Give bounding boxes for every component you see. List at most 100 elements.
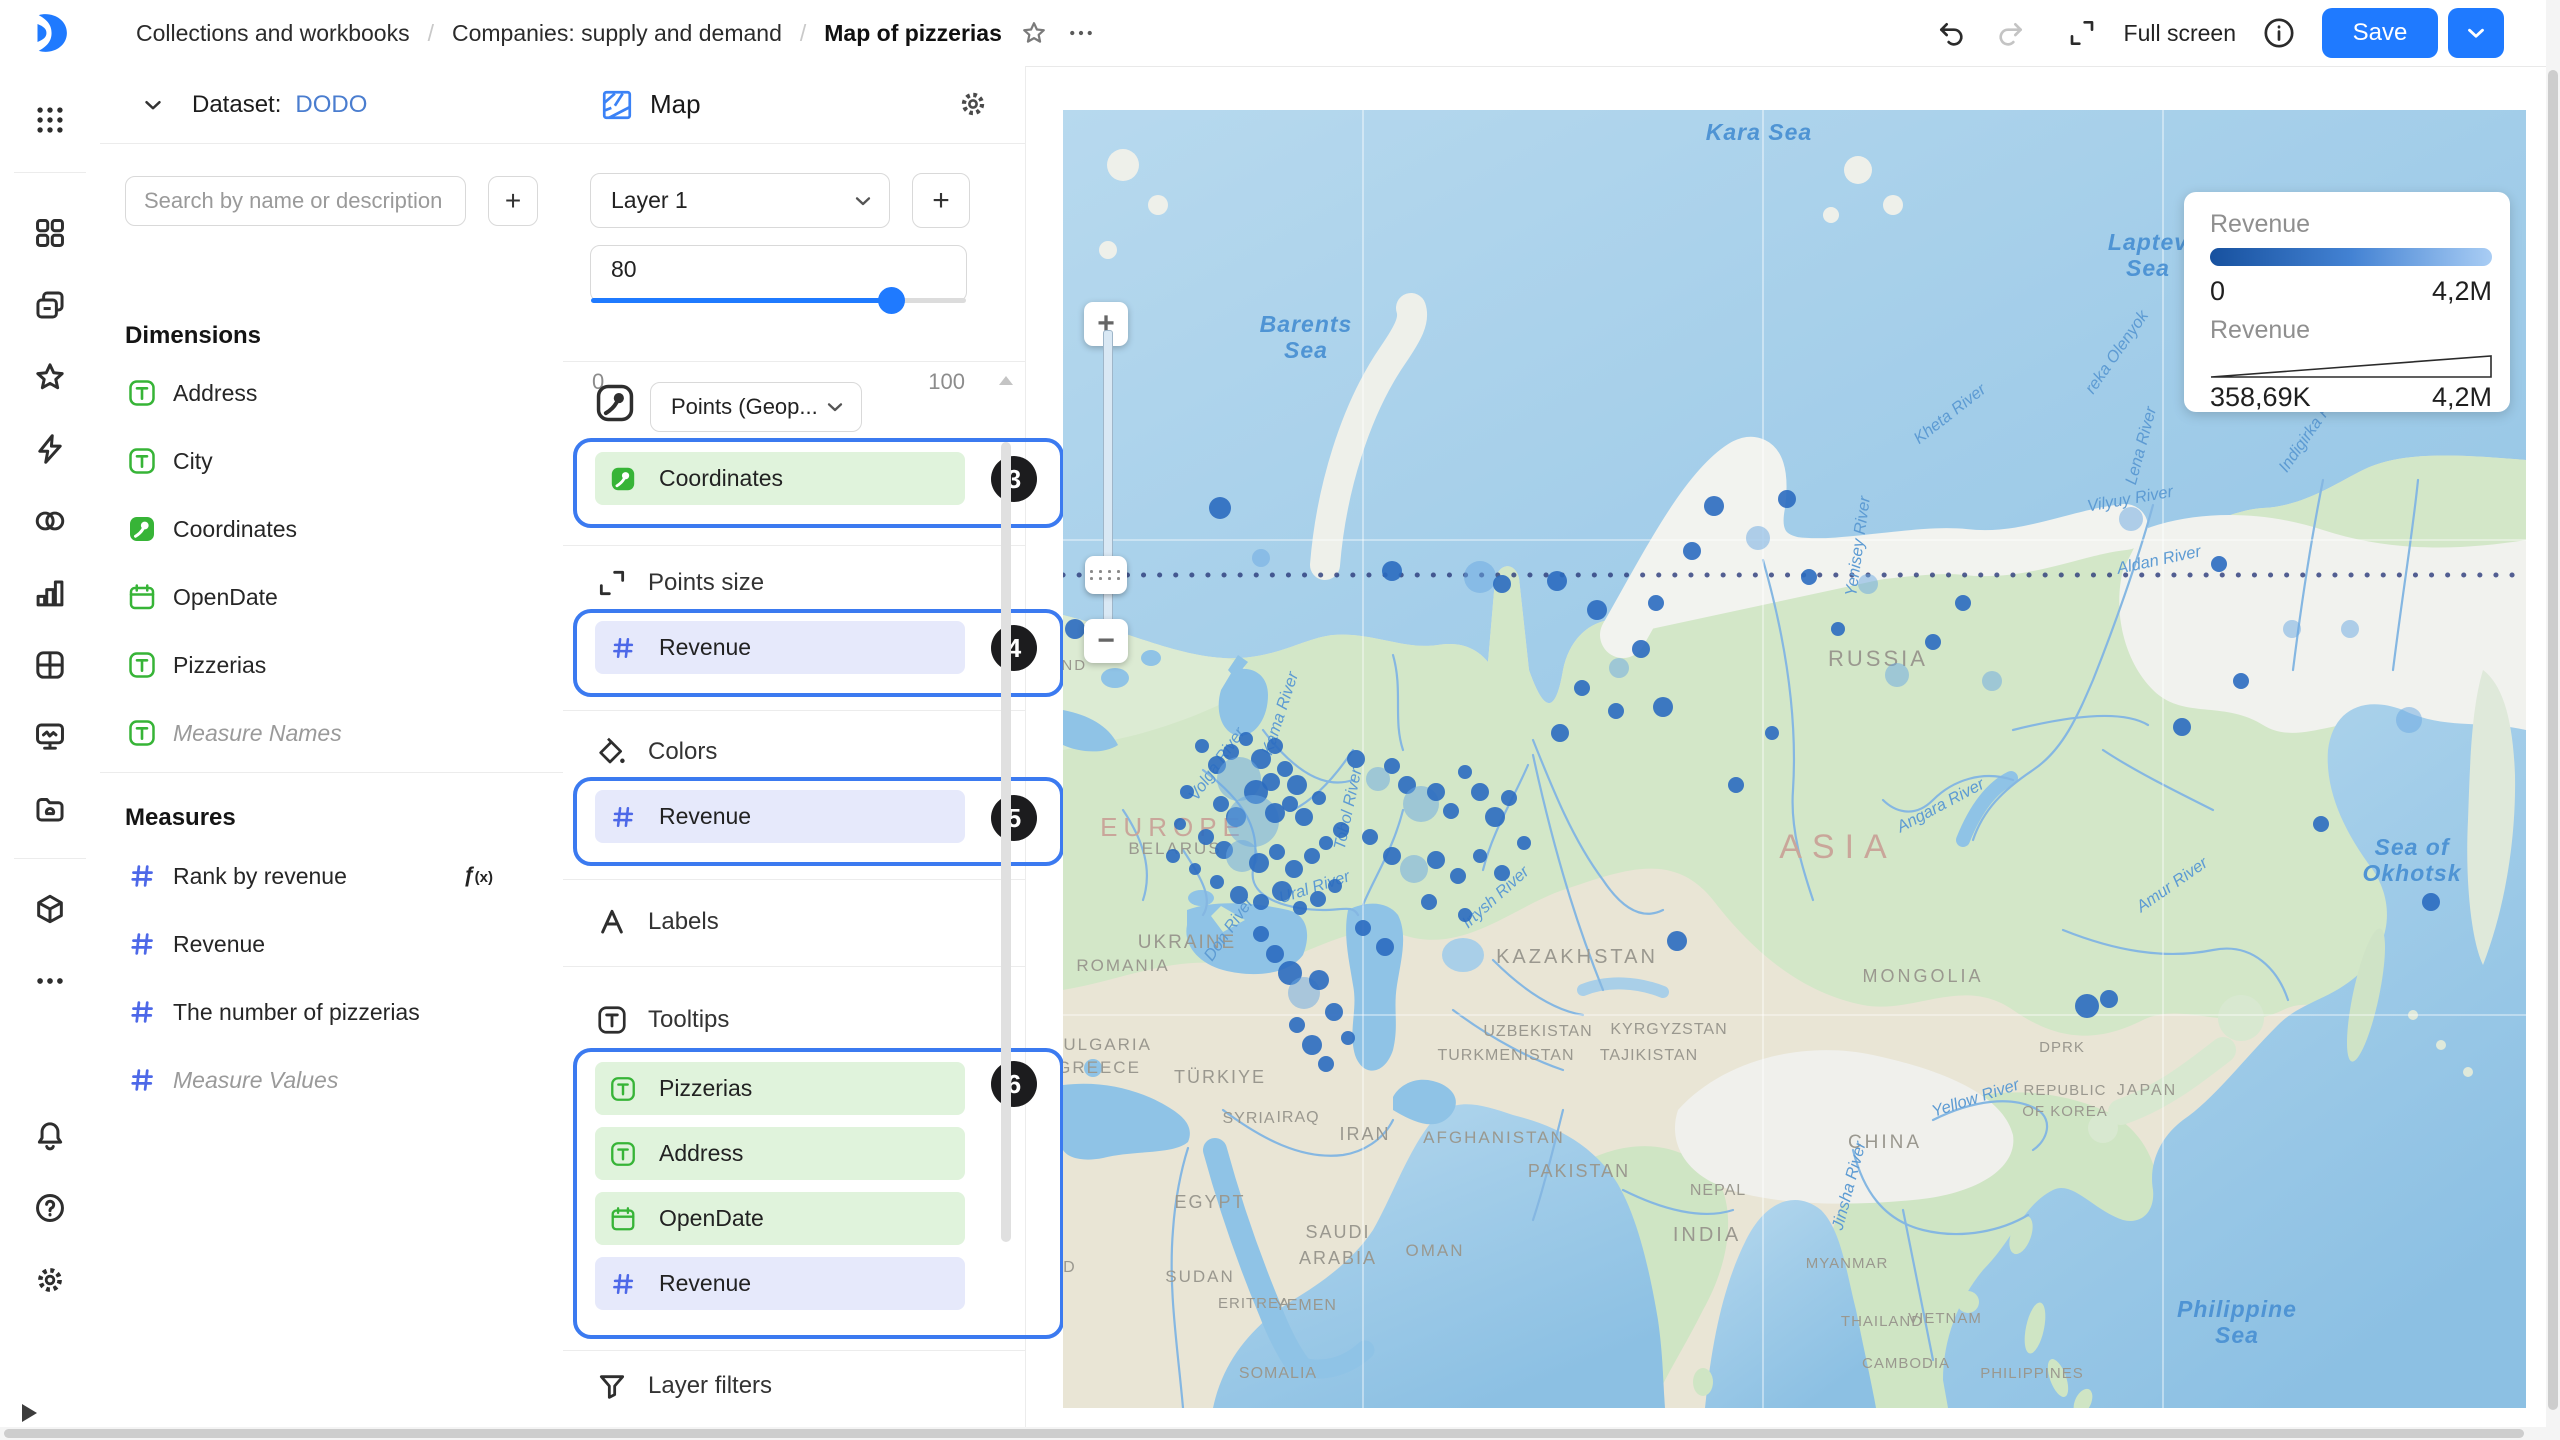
tooltip-field-chip-address[interactable]: Address — [595, 1127, 965, 1180]
pizzeria-point[interactable] — [1427, 783, 1445, 801]
tooltip-field-chip-revenue[interactable]: Revenue — [595, 1257, 965, 1310]
apps-menu-icon[interactable] — [33, 103, 67, 137]
more-options-icon[interactable] — [1066, 18, 1096, 48]
pizzeria-point[interactable] — [1704, 496, 1724, 516]
pizzeria-point[interactable] — [1293, 901, 1307, 915]
pizzeria-point[interactable] — [1443, 803, 1459, 819]
favorite-star-icon[interactable] — [1020, 19, 1048, 47]
undo-icon[interactable] — [1936, 17, 1968, 49]
pizzeria-point[interactable] — [1501, 790, 1517, 806]
pizzeria-point[interactable] — [1269, 844, 1285, 860]
pizzeria-point[interactable] — [1608, 703, 1624, 719]
layer-select[interactable]: Layer 1 — [590, 173, 890, 228]
dataset-header[interactable]: Dataset: DODO — [100, 66, 563, 144]
bar-chart-icon[interactable] — [33, 576, 67, 610]
pizzeria-point[interactable] — [1272, 881, 1292, 901]
pizzeria-point[interactable] — [2422, 893, 2440, 911]
bell-icon[interactable] — [33, 1119, 67, 1153]
zoom-slider-handle[interactable] — [1085, 556, 1127, 594]
pizzeria-point[interactable] — [1858, 574, 1878, 594]
measure-item-measure-values[interactable]: Measure Values — [100, 1046, 563, 1114]
pizzeria-point[interactable] — [2233, 673, 2249, 689]
pizzeria-point[interactable] — [1285, 860, 1303, 878]
pizzeria-point[interactable] — [1347, 750, 1365, 768]
pizzeria-point[interactable] — [1289, 1017, 1305, 1033]
pizzeria-point[interactable] — [1319, 836, 1333, 850]
pizzeria-point[interactable] — [1065, 619, 1085, 639]
pizzeria-point[interactable] — [1362, 829, 1378, 845]
pizzeria-point[interactable] — [1180, 785, 1194, 799]
pizzeria-point[interactable] — [1318, 1056, 1334, 1072]
ellipsis-icon[interactable] — [33, 964, 67, 998]
linked-circles-icon[interactable] — [33, 504, 67, 538]
pizzeria-point[interactable] — [1384, 758, 1400, 774]
pizzeria-point[interactable] — [1667, 931, 1687, 951]
page-vertical-scrollbar[interactable] — [2546, 0, 2560, 1440]
pizzeria-point[interactable] — [1304, 848, 1320, 864]
pizzeria-point[interactable] — [1765, 726, 1779, 740]
pizzeria-point[interactable] — [2341, 620, 2359, 638]
dimension-item-opendate[interactable]: OpenDate — [100, 563, 563, 631]
measure-item-rank-by-revenue[interactable]: Rank by revenue ƒ(x) — [100, 842, 563, 910]
zoom-slider-track[interactable] — [1103, 330, 1113, 642]
play-icon[interactable] — [22, 1404, 37, 1422]
scrollbar-thumb[interactable] — [1001, 442, 1011, 1242]
pizzeria-point[interactable] — [1728, 777, 1744, 793]
zoom-out-button[interactable]: − — [1084, 619, 1128, 663]
pizzeria-point[interactable] — [1458, 765, 1472, 779]
pizzeria-point[interactable] — [1683, 542, 1701, 560]
pizzeria-point[interactable] — [1485, 807, 1505, 827]
pizzeria-point[interactable] — [1982, 671, 2002, 691]
pizzeria-point[interactable] — [1310, 891, 1326, 907]
dimension-item-measure-names[interactable]: Measure Names — [100, 699, 563, 767]
config-scrollbar[interactable] — [999, 376, 1013, 1440]
pizzeria-point[interactable] — [1239, 732, 1253, 746]
pizzeria-point[interactable] — [1609, 658, 1629, 678]
pizzeria-point[interactable] — [1333, 822, 1349, 838]
chevron-down-icon[interactable] — [140, 92, 166, 118]
scrollbar-thumb[interactable] — [2548, 70, 2558, 1410]
chart-settings-gear-icon[interactable] — [957, 88, 989, 120]
pizzeria-point[interactable] — [1383, 847, 1401, 865]
pizzeria-point[interactable] — [2396, 707, 2422, 733]
pizzeria-point[interactable] — [1547, 571, 1567, 591]
pizzeria-point[interactable] — [1355, 920, 1371, 936]
pizzeria-point[interactable] — [1831, 622, 1845, 636]
breadcrumb-workbook[interactable]: Companies: supply and demand — [452, 20, 782, 47]
dimension-item-pizzerias[interactable]: Pizzerias — [100, 631, 563, 699]
pizzeria-point[interactable] — [1262, 773, 1280, 791]
add-field-button[interactable]: + — [488, 176, 538, 226]
collections-stack-icon[interactable] — [33, 288, 67, 322]
pizzeria-point[interactable] — [2100, 990, 2118, 1008]
pizzeria-point[interactable] — [1778, 490, 1796, 508]
coordinates-field-chip[interactable]: Coordinates — [595, 452, 965, 505]
folder-icon[interactable] — [33, 791, 67, 825]
pizzeria-point[interactable] — [1493, 575, 1511, 593]
pizzeria-point[interactable] — [1517, 836, 1531, 850]
pizzeria-point[interactable] — [1309, 970, 1329, 990]
pizzeria-point[interactable] — [1587, 600, 1607, 620]
pizzeria-point[interactable] — [1267, 738, 1283, 754]
save-button[interactable]: Save — [2322, 8, 2438, 58]
pizzeria-point[interactable] — [1648, 595, 1664, 611]
pizzeria-point[interactable] — [1328, 879, 1342, 893]
pizzeria-point[interactable] — [1450, 868, 1466, 884]
scroll-up-arrow[interactable] — [999, 376, 1013, 385]
pizzeria-point[interactable] — [1427, 851, 1445, 869]
pizzeria-point[interactable] — [1195, 739, 1209, 753]
pizzeria-point[interactable] — [1551, 724, 1569, 742]
breadcrumb-collections[interactable]: Collections and workbooks — [136, 20, 410, 47]
full-screen-button[interactable]: Full screen — [2124, 20, 2236, 47]
dimension-item-city[interactable]: City — [100, 427, 563, 495]
pizzeria-point[interactable] — [1266, 945, 1284, 963]
pizzeria-point[interactable] — [1325, 1003, 1343, 1021]
table-icon[interactable] — [33, 648, 67, 682]
opacity-slider-knob[interactable] — [878, 287, 905, 314]
pizzeria-point[interactable] — [1295, 808, 1313, 826]
pizzeria-point[interactable] — [1473, 849, 1487, 863]
pizzeria-point[interactable] — [1653, 697, 1673, 717]
pizzeria-point[interactable] — [1458, 908, 1472, 922]
pizzeria-point[interactable] — [1421, 894, 1437, 910]
pizzeria-point[interactable] — [1253, 926, 1269, 942]
dimension-item-coordinates[interactable]: Coordinates — [100, 495, 563, 563]
